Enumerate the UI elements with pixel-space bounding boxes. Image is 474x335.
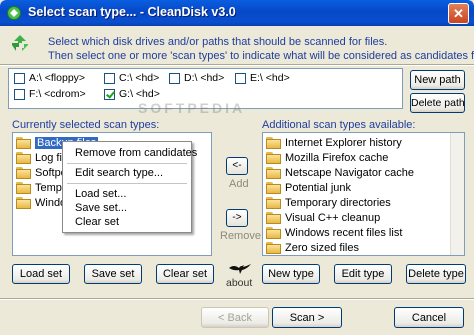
folder-icon xyxy=(266,197,282,209)
menu-separator xyxy=(67,183,187,184)
new-path-button[interactable]: New path xyxy=(410,70,465,90)
new-type-button[interactable]: New type xyxy=(262,264,320,284)
menu-item-remove-from-candidates[interactable]: Remove from candidates xyxy=(75,147,197,159)
divider xyxy=(0,298,474,300)
drive-checkbox-g[interactable]: G:\ <hd> xyxy=(104,88,160,100)
delete-path-button[interactable]: Delete path xyxy=(410,93,465,113)
list-item[interactable]: Windo xyxy=(16,195,66,211)
list-item[interactable]: Softpe xyxy=(16,165,67,181)
arrow-left-icon: <- xyxy=(232,160,242,171)
list-item[interactable]: Potential junk xyxy=(266,180,351,196)
context-menu: Remove from candidates Edit search type.… xyxy=(62,141,197,233)
drive-checkbox-c[interactable]: C:\ <hd> xyxy=(104,72,159,84)
available-scan-types-list[interactable]: Internet Explorer history Mozilla Firefo… xyxy=(262,132,465,256)
folder-icon xyxy=(266,182,282,194)
checkbox-icon xyxy=(169,72,180,84)
selected-scan-types-label: Currently selected scan types: xyxy=(12,119,160,131)
drive-checkbox-f[interactable]: F:\ <cdrom> xyxy=(14,88,86,100)
list-item[interactable]: Visual C++ cleanup xyxy=(266,210,380,226)
menu-item-edit-search-type[interactable]: Edit search type... xyxy=(75,167,163,179)
watermark: SOFTPEDIA xyxy=(138,100,246,116)
dialog-window: Select scan type... - CleanDisk v3.0 ✕ S… xyxy=(0,0,474,335)
menu-separator xyxy=(67,163,187,164)
folder-icon xyxy=(266,242,282,254)
recycle-icon xyxy=(12,35,28,51)
folder-icon xyxy=(266,212,282,224)
folder-icon xyxy=(266,137,282,149)
list-item[interactable]: Temporary directories xyxy=(266,195,391,211)
list-item[interactable]: Zero sized files xyxy=(266,240,359,255)
title-bar[interactable]: Select scan type... - CleanDisk v3.0 ✕ xyxy=(0,0,474,26)
list-item[interactable]: Netscape Navigator cache xyxy=(266,165,414,181)
checkbox-checked-icon xyxy=(104,88,115,100)
back-button[interactable]: < Back xyxy=(201,307,269,328)
menu-item-save-set[interactable]: Save set... xyxy=(75,202,127,214)
checkbox-icon xyxy=(235,72,246,84)
available-scan-types-label: Additional scan types available: xyxy=(262,119,416,131)
folder-icon xyxy=(16,152,32,164)
close-button[interactable]: ✕ xyxy=(448,3,469,24)
divider xyxy=(0,64,474,66)
drive-checkbox-d[interactable]: D:\ <hd> xyxy=(169,72,224,84)
arrow-right-icon: -> xyxy=(232,212,242,223)
menu-item-clear-set[interactable]: Clear set xyxy=(75,216,119,228)
about-link[interactable]: about xyxy=(226,277,252,289)
checkbox-icon xyxy=(104,72,115,84)
instruction-line-1: Select which disk drives and/or paths th… xyxy=(48,36,388,48)
close-icon: ✕ xyxy=(453,6,464,21)
cancel-button[interactable]: Cancel xyxy=(394,307,464,328)
scrollbar[interactable] xyxy=(450,133,464,255)
checkbox-icon xyxy=(14,88,25,100)
bird-icon xyxy=(229,264,251,274)
drive-checkbox-e[interactable]: E:\ <hd> xyxy=(235,72,290,84)
folder-icon xyxy=(16,197,32,209)
delete-type-button[interactable]: Delete type xyxy=(406,264,466,284)
drive-checkbox-a[interactable]: A:\ <floppy> xyxy=(14,72,85,84)
folder-icon xyxy=(266,167,282,179)
menu-item-load-set[interactable]: Load set... xyxy=(75,188,126,200)
app-icon xyxy=(7,6,21,20)
folder-icon xyxy=(16,182,32,194)
load-set-button[interactable]: Load set xyxy=(12,264,70,284)
clear-set-button[interactable]: Clear set xyxy=(156,264,214,284)
folder-icon xyxy=(266,152,282,164)
folder-icon xyxy=(16,137,32,149)
scan-button[interactable]: Scan > xyxy=(272,307,342,328)
edit-type-button[interactable]: Edit type xyxy=(334,264,392,284)
list-item[interactable]: Internet Explorer history xyxy=(266,135,402,151)
folder-icon xyxy=(16,167,32,179)
add-button[interactable]: <- xyxy=(226,157,248,175)
instruction-line-2: Then select one or more 'scan types' to … xyxy=(48,50,474,62)
remove-label: Remove xyxy=(220,230,261,242)
save-set-button[interactable]: Save set xyxy=(84,264,142,284)
folder-icon xyxy=(266,227,282,239)
remove-button[interactable]: -> xyxy=(226,209,248,227)
add-label: Add xyxy=(229,178,249,190)
window-title: Select scan type... - CleanDisk v3.0 xyxy=(28,5,236,19)
checkbox-icon xyxy=(14,72,25,84)
list-item[interactable]: Windows recent files list xyxy=(266,225,402,241)
list-item[interactable]: Mozilla Firefox cache xyxy=(266,150,388,166)
